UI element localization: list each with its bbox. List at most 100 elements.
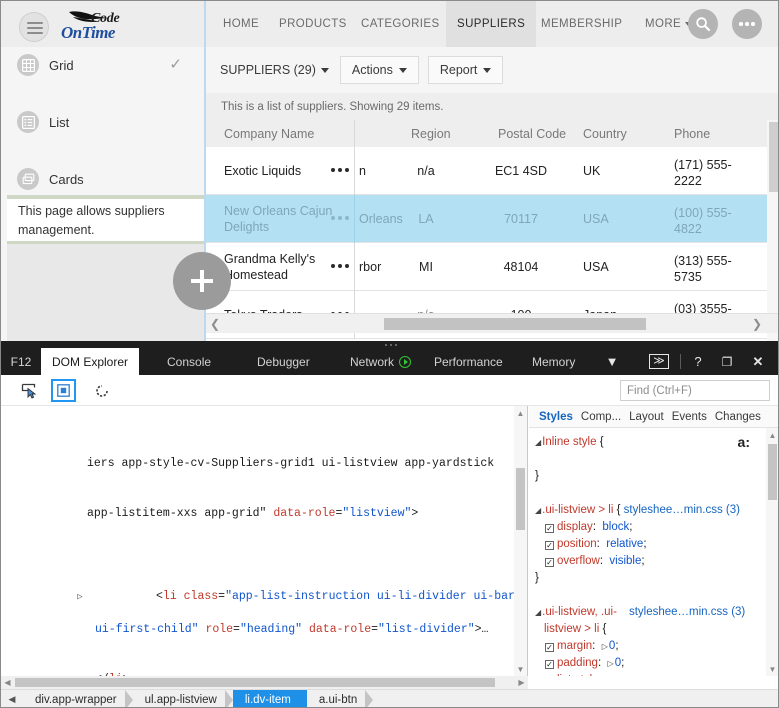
- column-divider[interactable]: [354, 120, 355, 147]
- scroll-thumb[interactable]: [516, 468, 525, 530]
- style-declaration[interactable]: ✓ margin: ▷0;: [535, 638, 778, 655]
- declaration-checkbox[interactable]: ✓: [545, 558, 554, 567]
- app-logo[interactable]: Code OnTime: [55, 9, 185, 43]
- style-rule-header[interactable]: ◢Inline style {: [535, 434, 778, 451]
- breadcrumb-item-div-app-wrapper[interactable]: div.app-wrapper: [23, 689, 133, 707]
- declaration-checkbox[interactable]: ✓: [545, 524, 554, 533]
- report-button[interactable]: Report: [427, 56, 504, 84]
- scroll-right-icon[interactable]: ❯: [752, 317, 762, 331]
- tab-memory[interactable]: Memory: [521, 348, 586, 375]
- scroll-down-icon[interactable]: ▼: [766, 662, 778, 676]
- table-row[interactable]: Grandma Kelly's Homestead rbor MI 48104 …: [206, 243, 778, 291]
- tab-changes[interactable]: Changes: [711, 411, 765, 423]
- undock-icon[interactable]: ❐: [715, 348, 739, 375]
- new-record-button[interactable]: [173, 252, 231, 310]
- scroll-left-icon[interactable]: ◀: [1, 676, 14, 689]
- scroll-up-icon[interactable]: ▲: [766, 428, 778, 442]
- scroll-thumb[interactable]: [15, 678, 495, 687]
- dom-vertical-scrollbar[interactable]: ▲ ▼: [514, 406, 527, 676]
- breadcrumb-item-a-ui-btn[interactable]: a.ui-btn: [307, 689, 374, 707]
- tab-layout[interactable]: Layout: [625, 411, 668, 423]
- tab-dom-explorer[interactable]: DOM Explorer: [41, 348, 140, 375]
- nav-item-suppliers[interactable]: SUPPLIERS: [446, 1, 537, 47]
- sidebar-item-grid[interactable]: Grid ✓: [7, 51, 204, 79]
- grid-vertical-scrollbar[interactable]: [767, 120, 778, 341]
- style-declaration[interactable]: ✓list-style: ▷none;: [535, 672, 778, 676]
- sidebar-item-cards[interactable]: Cards: [7, 165, 204, 193]
- more-tabs-icon[interactable]: ▼: [599, 348, 625, 375]
- table-row[interactable]: Exotic Liquids n n/a EC1 4SD UK (171) 55…: [206, 147, 778, 195]
- style-declaration[interactable]: ✓ padding: ▷0;: [535, 655, 778, 672]
- table-row[interactable]: New Orleans Cajun Delights Orleans LA 70…: [206, 195, 778, 243]
- tab-events[interactable]: Events: [668, 411, 711, 423]
- breadcrumb-back-icon[interactable]: ◀: [1, 694, 23, 705]
- search-icon[interactable]: [688, 9, 718, 39]
- row-menu-icon[interactable]: [331, 168, 349, 172]
- search-input[interactable]: Find (Ctrl+F): [620, 380, 770, 401]
- tab-label: DOM Explorer: [52, 354, 129, 369]
- style-rule-header[interactable]: ◢.ui-listview, .ui-styleshee…min.css (3): [535, 604, 778, 621]
- column-header-company-name[interactable]: Company Name: [224, 120, 314, 147]
- scroll-down-icon[interactable]: ▼: [514, 662, 527, 676]
- scroll-thumb[interactable]: [768, 444, 777, 500]
- close-icon[interactable]: ✕: [745, 348, 771, 375]
- ellipsis-icon[interactable]: [732, 9, 762, 39]
- rule-source[interactable]: styleshee…min.css (3): [629, 606, 745, 618]
- style-declaration[interactable]: ✓ overflow: visible;: [535, 553, 778, 570]
- style-rule-header[interactable]: ◢.ui-listview > li { styleshee…min.css (…: [535, 502, 778, 519]
- rule-selector: .ui-listview, .ui-: [542, 606, 617, 618]
- column-header-phone[interactable]: Phone: [674, 120, 710, 147]
- scroll-thumb[interactable]: [769, 122, 778, 192]
- help-icon[interactable]: ?: [687, 348, 709, 375]
- scroll-thumb[interactable]: [384, 318, 646, 330]
- declaration-checkbox[interactable]: ✓: [545, 541, 554, 550]
- row-menu-icon[interactable]: [331, 216, 349, 220]
- breadcrumb-item-li-dv-item[interactable]: li.dv-item: [232, 689, 307, 707]
- expand-twisty-icon[interactable]: ▷: [602, 642, 608, 651]
- expand-twisty-icon[interactable]: ▷: [608, 659, 614, 668]
- tab-styles[interactable]: Styles: [535, 411, 577, 423]
- expand-twisty-icon[interactable]: ▷: [73, 589, 87, 606]
- tab-network[interactable]: Network: [339, 348, 422, 375]
- scroll-left-icon[interactable]: ❮: [210, 317, 220, 331]
- play-icon[interactable]: [399, 355, 412, 368]
- dom-tree-pane[interactable]: iers app-style-cv-Suppliers-grid1 ui-lis…: [1, 406, 528, 676]
- devtools-resize-grip[interactable]: [1, 341, 778, 348]
- tab-debugger[interactable]: Debugger: [246, 348, 321, 375]
- declaration-checkbox[interactable]: ✓: [545, 660, 554, 669]
- collapse-twisty-icon[interactable]: ◢: [535, 506, 541, 515]
- cell-region: LA: [418, 212, 434, 226]
- console-drawer-icon[interactable]: ≫: [646, 348, 672, 375]
- rule-source[interactable]: styleshee…min.css (3): [624, 504, 740, 516]
- column-header-region[interactable]: Region: [411, 120, 451, 147]
- row-menu-icon[interactable]: [331, 264, 349, 268]
- style-declaration[interactable]: ✓ display: block;: [535, 519, 778, 536]
- highlight-element-icon[interactable]: [51, 379, 76, 402]
- tab-performance[interactable]: Performance: [423, 348, 514, 375]
- scroll-up-icon[interactable]: ▲: [514, 406, 527, 420]
- grid-horizontal-scrollbar[interactable]: ❮ ❯: [206, 313, 778, 333]
- nav-item-home[interactable]: HOME: [212, 1, 270, 47]
- nav-item-categories[interactable]: CATEGORIES: [350, 1, 451, 47]
- collapse-twisty-icon[interactable]: ◢: [535, 608, 541, 617]
- column-header-country[interactable]: Country: [583, 120, 627, 147]
- more-tabs-glyph: ▼: [605, 354, 619, 369]
- tab-console[interactable]: Console: [156, 348, 222, 375]
- dom-horizontal-scrollbar[interactable]: ◀ ▶: [1, 676, 528, 689]
- view-selector-dropdown[interactable]: SUPPLIERS (29): [218, 59, 331, 81]
- sidebar-item-list[interactable]: List: [7, 108, 204, 136]
- nav-item-products[interactable]: PRODUCTS: [268, 1, 358, 47]
- actions-button[interactable]: Actions: [339, 56, 419, 84]
- breadcrumb-item-ul-app-listview[interactable]: ul.app-listview: [133, 689, 234, 707]
- styles-vertical-scrollbar[interactable]: ▲ ▼: [766, 428, 778, 676]
- nav-item-membership[interactable]: MEMBERSHIP: [530, 1, 633, 47]
- column-header-postal-code[interactable]: Postal Code: [498, 120, 566, 147]
- hamburger-icon[interactable]: [19, 12, 49, 42]
- element-picker-icon[interactable]: [17, 379, 42, 402]
- collapse-twisty-icon[interactable]: ◢: [535, 438, 541, 447]
- tab-computed[interactable]: Comp...: [577, 411, 625, 423]
- declaration-checkbox[interactable]: ✓: [545, 643, 554, 652]
- scroll-right-icon[interactable]: ▶: [515, 676, 528, 689]
- refresh-icon[interactable]: [89, 379, 114, 402]
- style-declaration[interactable]: ✓ position: relative;: [535, 536, 778, 553]
